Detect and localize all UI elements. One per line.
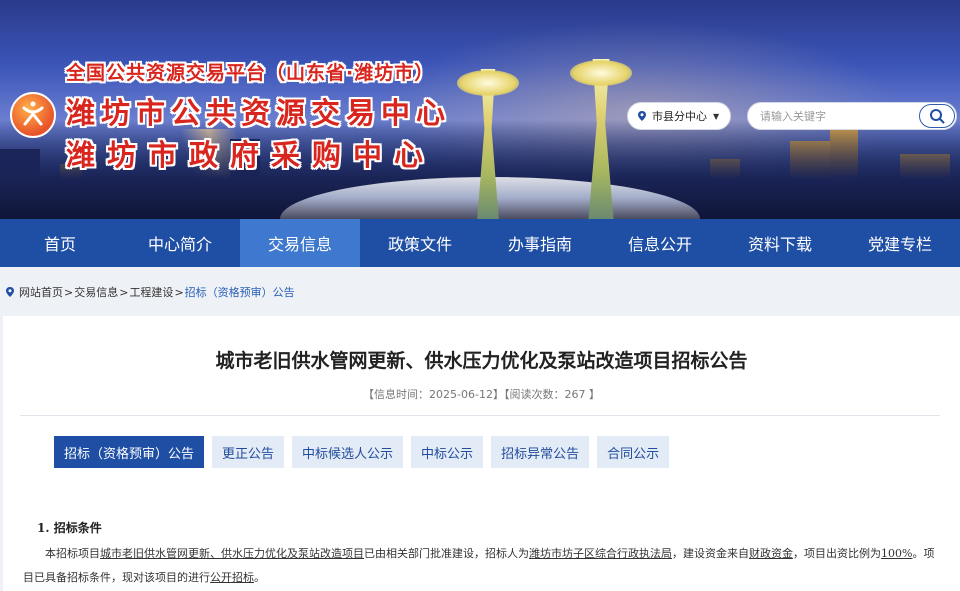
- city-select-label: 市县分中心: [652, 110, 707, 123]
- search-icon: [930, 109, 945, 124]
- article-panel: 城市老旧供水管网更新、供水压力优化及泵站改造项目招标公告 【信息时间：2025-…: [3, 316, 960, 591]
- para-text: ，建设资金来自: [672, 547, 749, 560]
- site-title-line1: 潍坊市公共资源交易中心: [66, 96, 452, 130]
- breadcrumb-home-link[interactable]: 网站首页: [19, 284, 63, 300]
- location-pin-icon: [638, 111, 646, 121]
- logo-icon: [22, 101, 44, 126]
- para-funding-ratio: 100%: [881, 547, 913, 560]
- banner-tower-light: [570, 60, 632, 86]
- location-pin-icon: [6, 287, 14, 297]
- chevron-down-icon: ▼: [713, 111, 720, 121]
- banner-tower-light: [457, 70, 519, 96]
- article-meta: 【信息时间：2025-06-12】【阅读次数：267 】: [363, 388, 600, 401]
- para-text: ，项目出资比例为: [793, 547, 881, 560]
- para-text: 本招标项目: [45, 547, 100, 560]
- search-input[interactable]: [748, 103, 918, 129]
- nav-item-disclosure[interactable]: 信息公开: [600, 219, 720, 267]
- site-title-line2: 潍坊市政府采购中心: [66, 138, 436, 172]
- platform-logo[interactable]: [10, 92, 56, 138]
- tender-conditions-paragraph: 本招标项目城市老旧供水管网更新、供水压力优化及泵站改造项目已由相关部门批准建设，…: [23, 542, 941, 590]
- para-tender-method: 公开招标: [210, 571, 254, 584]
- platform-title: 全国公共资源交易平台（山东省·潍坊市）: [66, 62, 435, 84]
- tab-correction-notice[interactable]: 更正公告: [212, 436, 285, 468]
- para-text: 。: [254, 571, 265, 584]
- para-fund-source: 财政资金: [749, 547, 793, 560]
- breadcrumb-separator: >: [174, 285, 184, 299]
- nav-item-policies[interactable]: 政策文件: [360, 219, 480, 267]
- nav-item-downloads[interactable]: 资料下载: [720, 219, 840, 267]
- breadcrumb-construction-link[interactable]: 工程建设: [129, 284, 173, 300]
- breadcrumb-current-link[interactable]: 招标（资格预审）公告: [185, 284, 295, 300]
- main-nav: 首页 中心简介 交易信息 政策文件 办事指南 信息公开 资料下载 党建专栏: [0, 219, 960, 267]
- para-project-name: 城市老旧供水管网更新、供水压力优化及泵站改造项目: [100, 547, 364, 560]
- para-text: 已由相关部门批准建设，招标人为: [364, 547, 529, 560]
- tab-award-notice[interactable]: 中标公示: [411, 436, 484, 468]
- nav-item-transactions[interactable]: 交易信息: [240, 219, 360, 267]
- nav-item-about[interactable]: 中心简介: [120, 219, 240, 267]
- divider: [20, 415, 940, 416]
- announcement-tabs: 招标（资格预审）公告 更正公告 中标候选人公示 中标公示 招标异常公告 合同公示: [54, 436, 670, 468]
- section-heading-tender-conditions: 1. 招标条件: [37, 521, 102, 535]
- breadcrumb-separator: >: [119, 285, 129, 299]
- nav-item-home[interactable]: 首页: [0, 219, 120, 267]
- tab-exception-notice[interactable]: 招标异常公告: [491, 436, 590, 468]
- breadcrumb: 网站首页 > 交易信息 > 工程建设 > 招标（资格预审）公告: [0, 281, 295, 303]
- search-button[interactable]: [919, 104, 955, 128]
- search-box: [747, 102, 957, 130]
- tab-contract-notice[interactable]: 合同公示: [597, 436, 670, 468]
- breadcrumb-transactions-link[interactable]: 交易信息: [74, 284, 118, 300]
- header-banner: 全国公共资源交易平台（山东省·潍坊市） 潍坊市公共资源交易中心 潍坊市政府采购中…: [0, 0, 960, 219]
- article-title: 城市老旧供水管网更新、供水压力优化及泵站改造项目招标公告: [215, 350, 748, 372]
- tab-candidate-notice[interactable]: 中标候选人公示: [292, 436, 404, 468]
- city-branch-select[interactable]: 市县分中心 ▼: [627, 102, 731, 130]
- para-tenderer: 潍坊市坊子区综合行政执法局: [529, 547, 672, 560]
- nav-item-party[interactable]: 党建专栏: [840, 219, 960, 267]
- tab-tender-notice[interactable]: 招标（资格预审）公告: [54, 436, 205, 468]
- breadcrumb-separator: >: [64, 285, 74, 299]
- nav-item-guide[interactable]: 办事指南: [480, 219, 600, 267]
